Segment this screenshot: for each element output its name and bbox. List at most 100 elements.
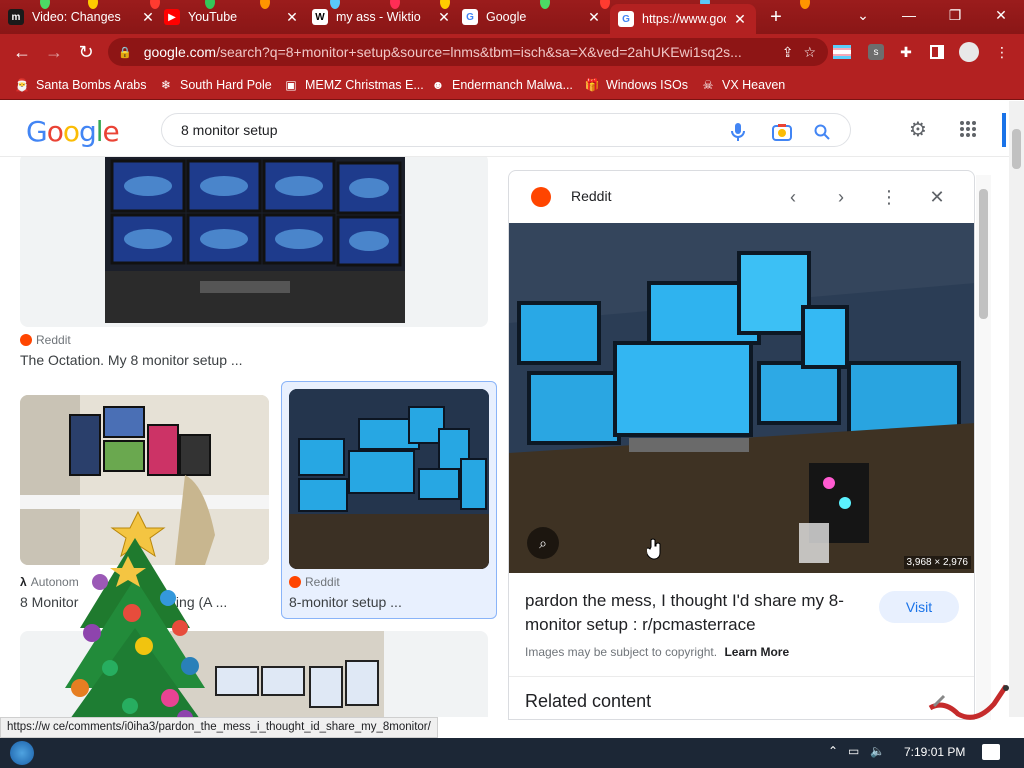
bookmark-label: MEMZ Christmas E...: [305, 78, 424, 92]
more-options-button[interactable]: ⋮: [877, 185, 901, 209]
panel-scroll-thumb[interactable]: [979, 189, 988, 319]
panel-source-label[interactable]: Reddit: [571, 188, 611, 204]
close-icon: ✕: [995, 6, 1007, 23]
bookmark-label: Windows ISOs: [606, 78, 688, 92]
lock-icon[interactable]: 🔒: [118, 46, 132, 59]
tab-google[interactable]: G Google ✕: [462, 3, 602, 31]
close-panel-button[interactable]: ✕: [925, 185, 949, 209]
lens-search-icon[interactable]: ⌕: [527, 527, 559, 559]
volume-icon[interactable]: 🔈: [870, 744, 885, 758]
preview-image[interactable]: ⌕ 3,968 × 2,976: [509, 223, 974, 573]
windows-taskbar: ⌃ ▭ 🔈 7:19:01 PM: [0, 738, 1024, 768]
apps-grid-icon[interactable]: [958, 119, 978, 139]
close-icon: ✕: [929, 186, 945, 207]
result-title[interactable]: 8-monitor setup ...: [289, 594, 402, 610]
s-icon: s: [868, 44, 884, 60]
bookmark-memz-christmas[interactable]: ▣ MEMZ Christmas E...: [283, 76, 424, 94]
flag-icon: [833, 45, 851, 59]
extensions-button[interactable]: ✚: [894, 40, 918, 64]
restore-button[interactable]: ❐: [932, 0, 978, 30]
previous-button[interactable]: ‹: [781, 185, 805, 209]
account-edge: [1002, 113, 1006, 147]
reload-icon: ↻: [78, 41, 94, 62]
image-dimensions: 3,968 × 2,976: [903, 556, 971, 569]
search-query[interactable]: 8 monitor setup: [181, 122, 278, 138]
result-source[interactable]: Reddit: [289, 575, 340, 589]
chevron-up-icon[interactable]: ⌃: [828, 744, 838, 758]
bookmark-label: VX Heaven: [722, 78, 786, 92]
christmas-light: [800, 0, 810, 9]
start-button[interactable]: [10, 741, 34, 765]
monitor-wall-image: [105, 157, 405, 323]
bookmark-windows-isos[interactable]: 🎁 Windows ISOs: [584, 76, 688, 94]
tab-youtube[interactable]: ▶ YouTube ✕: [164, 3, 300, 31]
logo-letter: g: [78, 115, 97, 148]
new-tab-button[interactable]: +: [762, 3, 790, 31]
tab-close-icon[interactable]: ✕: [284, 9, 300, 26]
next-button[interactable]: ›: [829, 185, 853, 209]
google-logo[interactable]: Google: [26, 115, 120, 148]
visit-button[interactable]: Visit: [879, 591, 959, 623]
result-title[interactable]: The Octation. My 8 monitor setup ...: [20, 352, 243, 368]
youtube-icon: ▶: [164, 9, 180, 25]
notifications-icon[interactable]: [982, 744, 1000, 760]
tab-title: my ass - Wiktio: [336, 10, 421, 24]
bookmark-south-hard-pole[interactable]: ❄ South Hard Pole: [158, 76, 272, 94]
reddit-icon: [531, 187, 551, 207]
tab-search-button[interactable]: ⌄: [840, 0, 886, 30]
tab-close-icon[interactable]: ✕: [436, 9, 452, 26]
status-url-bubble: https://w ce/comments/i0iha3/pardon_the_…: [0, 717, 438, 738]
extension-s-icon[interactable]: s: [864, 40, 888, 64]
result-image-octation[interactable]: [20, 157, 488, 327]
tab-video-changes[interactable]: m Video: Changes ✕: [8, 3, 156, 31]
network-icon[interactable]: ▭: [848, 744, 859, 758]
puzzle-icon: ✚: [900, 43, 912, 60]
minimize-icon: —: [902, 7, 916, 23]
back-button[interactable]: ←: [8, 38, 36, 66]
learn-more-link[interactable]: Learn More: [724, 645, 789, 659]
system-clock[interactable]: 7:19:01 PM: [904, 745, 965, 759]
result-image-8-monitor[interactable]: [289, 389, 489, 569]
tab-close-icon[interactable]: ✕: [586, 9, 602, 26]
share-icon[interactable]: ⇪: [782, 44, 794, 61]
settings-gear-icon[interactable]: ⚙: [908, 119, 928, 141]
skull-icon: ☠: [702, 78, 714, 92]
extension-flag-icon[interactable]: [830, 40, 854, 64]
search-input[interactable]: 8 monitor setup: [161, 113, 851, 147]
camera-search-icon[interactable]: [772, 122, 792, 142]
bookmark-santa-bombs[interactable]: 🎅 Santa Bombs Arabs: [14, 76, 147, 94]
wiktionary-icon: W: [312, 9, 328, 25]
star-icon[interactable]: ☆: [803, 44, 816, 61]
decorative-figure-icon: [928, 684, 1009, 720]
address-bar[interactable]: 🔒 google.com/search?q=8+monitor+setup&so…: [108, 38, 828, 66]
bookmark-vx-heaven[interactable]: ☠ VX Heaven: [700, 76, 786, 94]
panel-title[interactable]: pardon the mess, I thought I'd share my …: [525, 589, 865, 637]
logo-letter: G: [26, 115, 48, 148]
search-icon[interactable]: [812, 122, 832, 142]
forward-button[interactable]: →: [40, 38, 68, 66]
side-panel-button[interactable]: [925, 40, 949, 64]
close-window-button[interactable]: ✕: [978, 0, 1024, 30]
microphone-icon[interactable]: [728, 122, 748, 142]
tab-title: Video: Changes: [32, 10, 121, 24]
menu-button[interactable]: ⋮: [990, 40, 1014, 64]
avatar: [959, 42, 979, 62]
result-source[interactable]: Reddit: [20, 333, 71, 347]
tab-close-icon[interactable]: ✕: [732, 11, 748, 28]
bookmark-endermanch[interactable]: ☻ Endermanch Malwa...: [430, 76, 573, 94]
page-scroll-thumb[interactable]: [1012, 129, 1021, 169]
christmas-tree-decoration: [40, 498, 220, 741]
tab-google-images-active[interactable]: G https://www.goo ✕: [610, 4, 756, 34]
chevron-left-icon: ‹: [790, 186, 796, 207]
panel-scrollbar[interactable]: [976, 175, 991, 720]
page-scrollbar[interactable]: [1009, 101, 1024, 717]
logo-letter: e: [102, 115, 120, 148]
logo-letter: l: [95, 115, 104, 148]
divider: [509, 676, 974, 677]
tab-wiktionary[interactable]: W my ass - Wiktio ✕: [312, 3, 452, 31]
tab-close-icon[interactable]: ✕: [140, 9, 156, 26]
tab-title: https://www.goo: [642, 12, 726, 26]
minimize-button[interactable]: —: [886, 0, 932, 30]
reload-button[interactable]: ↻: [72, 38, 100, 66]
profile-button[interactable]: [957, 40, 981, 64]
